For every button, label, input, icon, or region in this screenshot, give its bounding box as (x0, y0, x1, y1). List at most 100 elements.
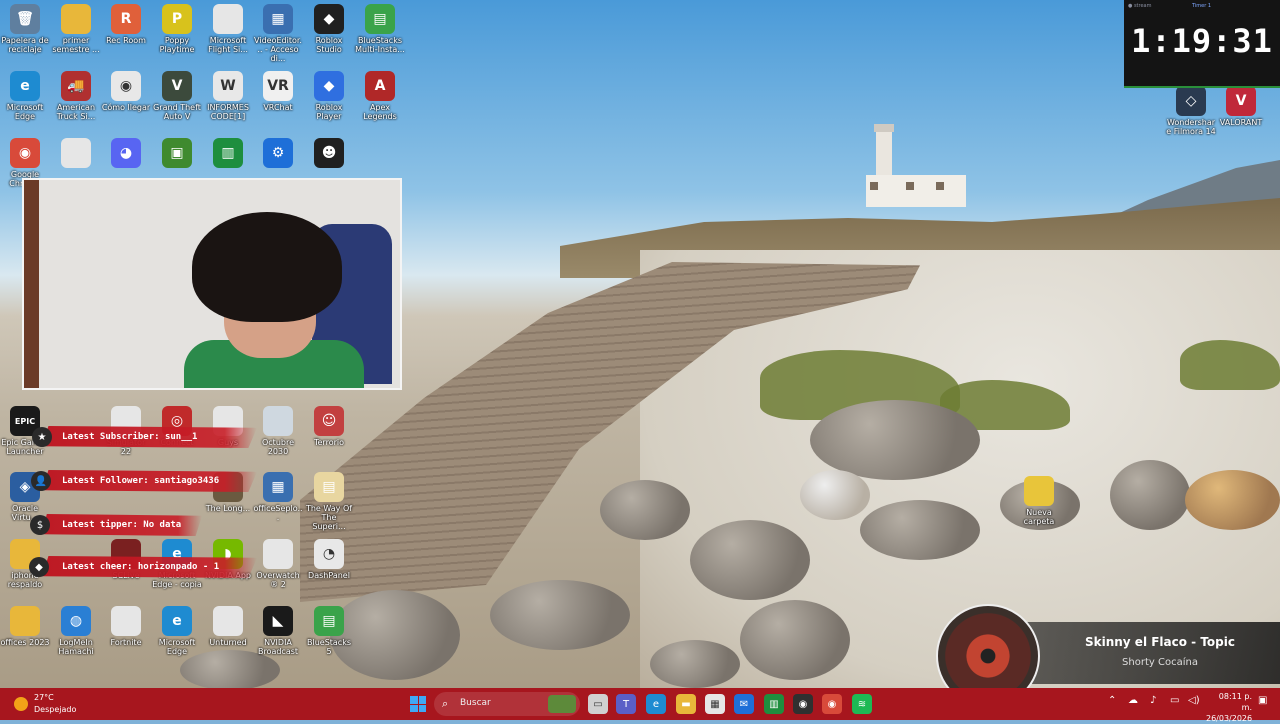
dashpanel-icon: ◔ (314, 539, 344, 569)
task-view-icon[interactable]: ▭ (588, 694, 608, 714)
american-truck-icon: 🚚 (61, 71, 91, 101)
desktop-icon[interactable]: Unturned (203, 602, 253, 666)
desktop-icon[interactable]: VR VRChat (253, 67, 303, 131)
desktop-icon[interactable]: e Microsoft Edge (0, 67, 50, 131)
wallpaper-rock (1110, 460, 1190, 530)
desktop-icon[interactable]: ◉ Cómo llegar (101, 67, 151, 131)
desktop-icon[interactable]: offices 2023 (0, 602, 50, 666)
desktop-icon-label: BlueStacks Multi-Insta... (355, 36, 405, 54)
desktop-icon[interactable]: A Apex Legends (355, 67, 405, 131)
desktop-icon-label: Overwatch® 2 (256, 571, 300, 589)
clock-date: 26/03/2026 (1206, 714, 1253, 723)
desktop-icon[interactable]: ▤ The Way Of The Superi... (304, 468, 354, 532)
discord-icon: ◕ (111, 138, 141, 168)
teams-icon[interactable]: T (616, 694, 636, 714)
wallpaper-rock (1185, 470, 1280, 530)
file-explorer-icon[interactable]: ▬ (676, 694, 696, 714)
stream-alert-banner: Latest cheer: horizonpado - 1 (42, 556, 257, 578)
game-icon: ☻ (314, 138, 344, 168)
desktop-icon[interactable]: primer semestre ... (51, 0, 101, 64)
user-icon: 👤 (31, 471, 51, 491)
timer-progress-bar (1124, 86, 1280, 88)
desktop-icon-label: Microsoft Flight Si... (208, 36, 248, 54)
desktop-icon[interactable]: W INFORMES CODE[1] (203, 67, 253, 131)
desktop-icon[interactable]: ◆ Roblox Studio (304, 0, 354, 64)
desktop-icon-label: Fortnite (110, 638, 142, 647)
desktop-icon[interactable]: ◍ LogMeIn Hamachi (51, 602, 101, 666)
webcam-overlay (22, 178, 402, 390)
bluestacks-icon: ▤ (365, 4, 395, 34)
desktop-icon-label: LogMeIn Hamachi (58, 638, 94, 656)
network-icon[interactable]: ▭ (1170, 695, 1179, 706)
spotify-icon[interactable]: ≋ (852, 694, 872, 714)
tray-chevron-icon[interactable]: ⌃ (1108, 695, 1116, 706)
start-button[interactable] (410, 696, 426, 712)
desktop-icon[interactable]: 🗑 Papelera de reciclaje (0, 0, 50, 64)
weather-sun-icon (14, 697, 28, 711)
desktop-icon-label: Microsoft Edge (158, 638, 196, 656)
timer-brand: ● stream (1128, 3, 1152, 9)
desktop-icon[interactable]: e Microsoft Edge (152, 602, 202, 666)
dollar-icon: $ (30, 515, 50, 535)
weather-temperature: 27°C (34, 693, 54, 702)
desktop-icon[interactable]: P Poppy Playtime (152, 0, 202, 64)
desktop-icon-label: The Way Of The Superi... (305, 504, 353, 531)
wallpaper-rock (690, 520, 810, 600)
now-playing-artist: Skinny el Flaco - Topic (1084, 635, 1235, 649)
desktop-icon[interactable]: ▦ VideoEditor... - Acceso di... (253, 0, 303, 64)
search-icon: ⌕ (442, 697, 449, 710)
wallpaper-lighthouse (866, 124, 966, 207)
search-placeholder: Buscar (460, 698, 491, 708)
gta-v-icon: V (162, 71, 192, 101)
classroom-icon[interactable]: ▥ (764, 694, 784, 714)
notifications-icon[interactable]: ▣ (1258, 695, 1267, 706)
desktop-icon-label: The Long... (205, 504, 251, 513)
desktop-icon-label: Octubre 2030 (261, 438, 294, 456)
mail-icon[interactable]: ✉ (734, 694, 754, 714)
desktop-icon[interactable]: Microsoft Flight Si... (203, 0, 253, 64)
desktop-icon-label: Poppy Playtime (159, 36, 195, 54)
chrome-icon[interactable]: ◉ (822, 694, 842, 714)
tray-cloud-icon[interactable]: ☁ (1128, 695, 1138, 706)
desktop-icon[interactable]: 🚚 American Truck Si... (51, 67, 101, 131)
desktop-icon-label: VideoEditor... - Acceso di... (254, 36, 302, 63)
poppy-playtime-icon: P (162, 4, 192, 34)
desktop-icon[interactable]: R Rec Room (101, 0, 151, 64)
microphone-icon[interactable]: ♪ (1150, 695, 1156, 706)
bluestacks-icon: ▤ (314, 606, 344, 636)
folder-icon (10, 606, 40, 636)
desktop-icon[interactable]: ▤ BlueStacks Multi-Insta... (355, 0, 405, 64)
apex-legends-icon: A (365, 71, 395, 101)
diamond-icon: ◆ (29, 557, 49, 577)
desktop-icon[interactable]: ◇ Wondershare Filmora 14 (1166, 82, 1216, 146)
edge-icon: e (162, 606, 192, 636)
desktop-icon[interactable]: ◆ Roblox Player (304, 67, 354, 131)
desktop-icon[interactable]: ▦ officeSeplo... (253, 468, 303, 532)
store-icon[interactable]: ▦ (705, 694, 725, 714)
taskbar-clock[interactable]: 08:11 p. m. 26/03/2026 (1206, 691, 1252, 724)
file-icon (61, 138, 91, 168)
desktop-icon[interactable]: Fortnite (101, 602, 151, 666)
wallpaper-rock (860, 500, 980, 560)
desktop-icon[interactable]: ◣ NVIDIA Broadcast (253, 602, 303, 666)
weather-condition: Despejado (34, 705, 77, 714)
wallpaper-rock (810, 400, 980, 480)
book-icon: ▤ (314, 472, 344, 502)
desktop-icon[interactable]: V Grand Theft Auto V (152, 67, 202, 131)
chrome-icon: ◉ (10, 138, 40, 168)
desktop-icon-label: Cómo llegar (101, 103, 151, 112)
desktop-icon[interactable]: V VALORANT (1216, 82, 1266, 146)
desktop-icon[interactable]: ▤ BlueStacks 5 (304, 602, 354, 666)
weather-widget[interactable]: 27°C Despejado (8, 691, 118, 717)
volume-icon[interactable]: ◁) (1188, 695, 1200, 706)
desktop-icon[interactable]: Overwatch® 2 (253, 535, 303, 599)
desktop-icon[interactable]: Octubre 2030 (253, 402, 303, 466)
desktop-icon-label: Rec Room (106, 36, 146, 45)
desktop-icon[interactable]: Nueva carpeta (1014, 472, 1064, 536)
taskbar-search[interactable]: ⌕ Buscar (434, 692, 580, 716)
desktop-icon[interactable]: ☺ Terrorio (304, 402, 354, 466)
edge-icon[interactable]: e (646, 694, 666, 714)
obs-icon[interactable]: ◉ (793, 694, 813, 714)
desktop-icon[interactable]: ◔ DashPanel (304, 535, 354, 599)
desktop-icon-label: Terrorio (313, 438, 344, 447)
